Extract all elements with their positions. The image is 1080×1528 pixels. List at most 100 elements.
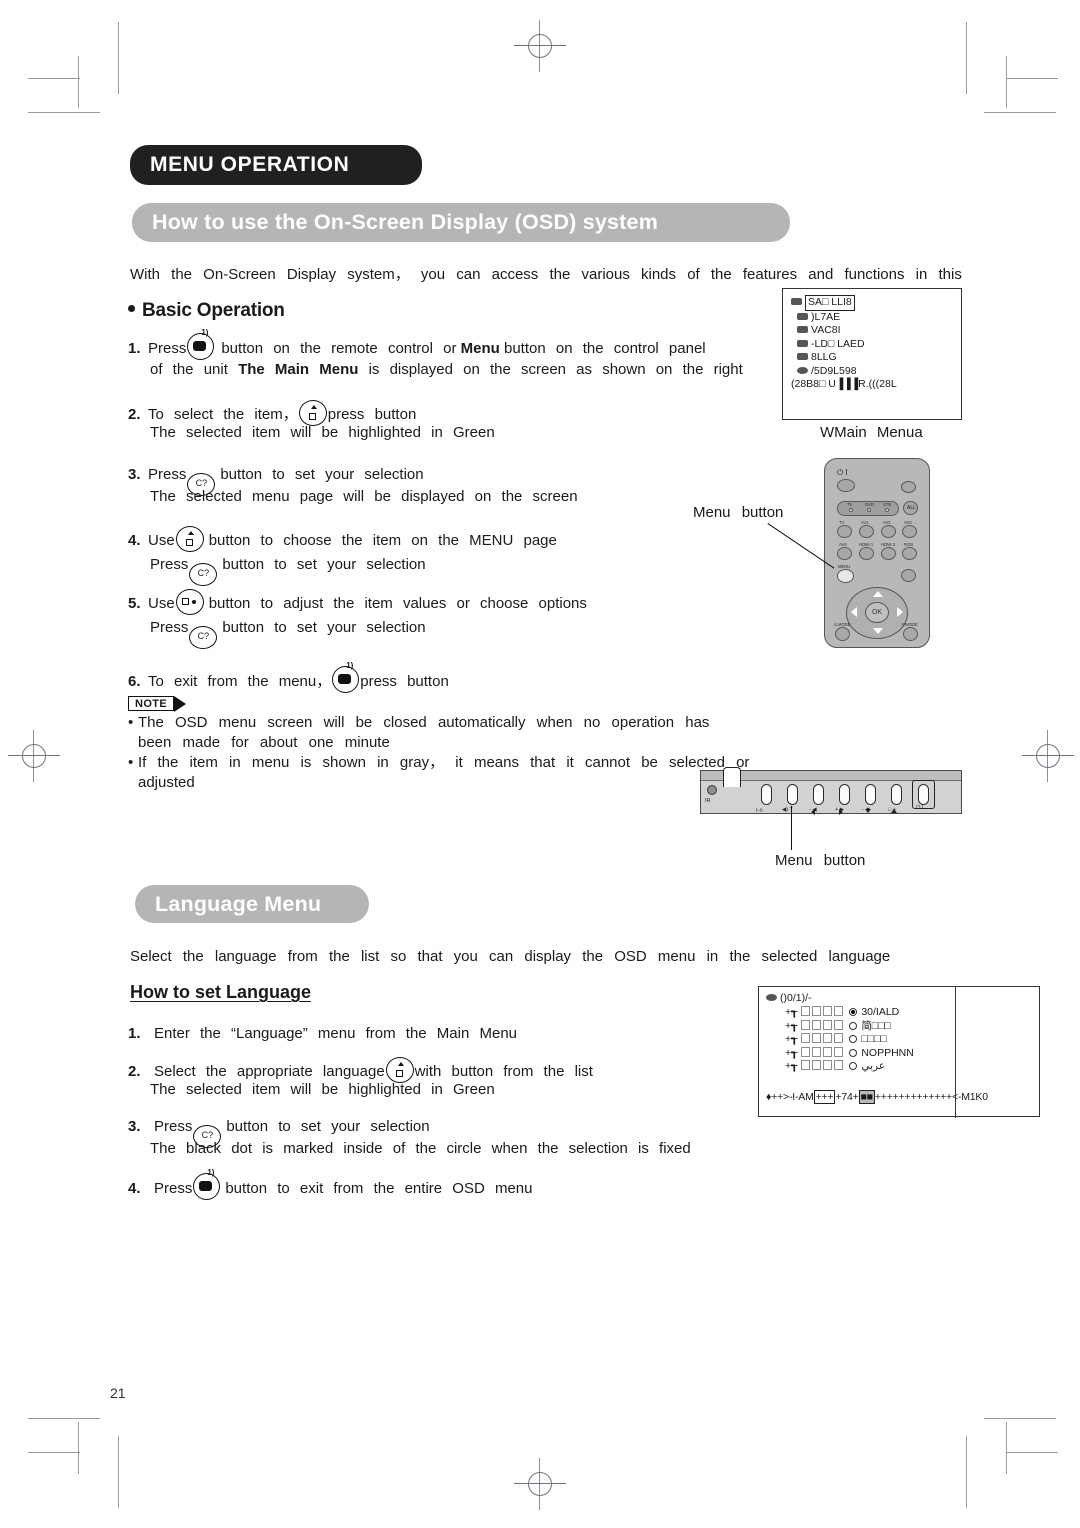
- basic-step-6-lead: To exit from the menu，: [148, 673, 332, 690]
- control-panel-button-4[interactable]: [839, 784, 850, 805]
- language-osd-title: ()0/1)/-: [780, 992, 812, 1004]
- note-badge-label: NOTE: [128, 696, 175, 711]
- language-option-row[interactable]: +┱ عربي: [785, 1060, 914, 1074]
- osd-row-label: )L7AE: [811, 310, 841, 323]
- basic-step-5-sub-lead: Press: [150, 619, 189, 636]
- language-option-row[interactable]: +┱ □□□□: [785, 1033, 914, 1047]
- remote-smode-button[interactable]: [835, 627, 850, 641]
- placeholder-box: [812, 1006, 822, 1016]
- remote-pmode-button[interactable]: [903, 627, 918, 641]
- crop-mark-top-left: [28, 22, 124, 118]
- language-step-2-lead: Select the appropriate language: [154, 1063, 385, 1080]
- language-step-3-tail: button to set your selection: [226, 1118, 430, 1135]
- placeholder-box: [834, 1046, 844, 1057]
- remote-source-hdmi2-button[interactable]: [881, 547, 896, 560]
- callout-leader-panel: [791, 806, 793, 850]
- radio-unselected-icon[interactable]: [849, 1062, 858, 1070]
- control-panel-button-3[interactable]: [813, 784, 824, 805]
- bottom-bar-right: +++++++++++++<-M1K0: [874, 1091, 988, 1103]
- control-panel-button-2[interactable]: [787, 784, 798, 805]
- remote-menu-button[interactable]: [837, 569, 854, 583]
- osd-row: SA□ LLI8: [791, 295, 897, 311]
- radio-unselected-icon[interactable]: [849, 1048, 858, 1057]
- basic-step-3-tail: button to set your selection: [220, 466, 424, 483]
- language-option-row[interactable]: +┱ 简□□□: [785, 1019, 914, 1034]
- basic-step-1-bold: Menu: [460, 340, 500, 357]
- language-row-prefix: +┱: [785, 1006, 798, 1018]
- osd-row: /5D9L598: [797, 365, 897, 379]
- language-step-1-text: Enter the “Language” menu from the Main …: [154, 1025, 518, 1042]
- remote-nav-right-icon[interactable]: [897, 607, 903, 617]
- remote-source-av3-button[interactable]: [902, 525, 917, 538]
- ok-key-icon: C?: [189, 626, 218, 649]
- banner-language-menu: Language Menu: [135, 885, 369, 923]
- control-panel-down-arrow-icon: [865, 809, 871, 813]
- subheading-basic-operation: Basic Operation: [128, 300, 285, 322]
- remote-ok-button[interactable]: OK: [865, 602, 889, 623]
- control-panel-button-menu[interactable]: [761, 784, 772, 805]
- subheading-how-to-set-language: How to set Language: [130, 982, 312, 1002]
- remote-nav-up-icon[interactable]: [873, 591, 883, 597]
- remote-nav-down-icon[interactable]: [873, 628, 883, 634]
- basic-step-1-lead: Press: [148, 340, 187, 357]
- remote-mode-label-tv: TV: [847, 502, 853, 507]
- remote-power-label: ⏻ I: [837, 468, 848, 477]
- up-down-key-icon: [175, 526, 204, 552]
- remote-display-button[interactable]: [901, 481, 916, 493]
- bottom-bar-box1: +++: [813, 1090, 836, 1104]
- control-panel-label-menu: I-ก: [756, 808, 763, 814]
- language-row-prefix: +┱: [785, 1060, 798, 1072]
- callout-control-panel-menu-button: Menu button: [775, 852, 866, 869]
- remote-source-tv-button[interactable]: [837, 525, 852, 538]
- note-item-1-line2: been made for about one minute: [138, 734, 390, 751]
- osd-row-label: SA□ LLI8: [805, 295, 855, 311]
- radio-unselected-icon[interactable]: [849, 1035, 858, 1043]
- section-banner-label: MENU OPERATION: [150, 153, 350, 176]
- remote-return-button[interactable]: [901, 569, 916, 582]
- control-panel-illustration: I-ก ◀) T - ◀ + ▶ - ▼ □ + ⏻ I IR: [700, 767, 962, 815]
- language-option-row[interactable]: +┱ 30/IALD: [785, 1006, 914, 1020]
- control-panel-button-6[interactable]: [891, 784, 902, 805]
- basic-step-3-subline: The selected menu page will be displayed…: [150, 488, 578, 505]
- subheading-basic-operation-label: Basic Operation: [142, 300, 285, 321]
- left-right-key-icon: [175, 589, 204, 615]
- remote-led-tv: [849, 508, 853, 512]
- remote-power-button[interactable]: [837, 479, 855, 492]
- callout-remote-menu-button: Menu button: [693, 504, 784, 521]
- osd-row: 8LLG: [797, 351, 897, 365]
- language-osd-title-row: ()0/1)/-: [766, 992, 812, 1006]
- language-step-2-tail: with button from the list: [414, 1063, 593, 1080]
- basic-step-4-number: 4.: [128, 532, 141, 549]
- language-option-row[interactable]: +┱ NOPPHNN: [785, 1046, 914, 1061]
- basic-step-1-line2: of the unit The Main Menu is displayed o…: [150, 361, 743, 378]
- control-panel-label-power: ⏻ I: [916, 805, 924, 811]
- language-step-1: 1. Enter the “Language” menu from the Mai…: [128, 1022, 517, 1046]
- basic-step-2-number: 2.: [128, 406, 141, 423]
- remote-source-av2-button[interactable]: [881, 525, 896, 538]
- language-step-4-lead: Press: [154, 1180, 193, 1197]
- basic-step-4-lead: Use: [148, 532, 175, 549]
- language-step-1-number: 1.: [128, 1025, 141, 1042]
- placeholder-box: [812, 1060, 822, 1070]
- remote-control-illustration: ⏻ I TV DVD STB ALL TV AV1 AV2 AV3 AV4 HD…: [824, 458, 930, 648]
- up-down-key-icon: [298, 400, 327, 426]
- language-row-label: 简□□□: [861, 1019, 891, 1032]
- placeholder-box: [801, 1046, 811, 1057]
- language-step-3-lead: Press: [154, 1118, 193, 1135]
- language-row-label: NOPPHNN: [861, 1046, 914, 1059]
- basic-step-1-mid: button on the remote control or: [221, 340, 457, 357]
- remote-source-av4-button[interactable]: [837, 547, 852, 560]
- remote-source-av1-button[interactable]: [859, 525, 874, 538]
- remote-source-rgb-button[interactable]: [902, 547, 917, 560]
- remote-nav-left-icon[interactable]: [851, 607, 857, 617]
- control-panel-button-5[interactable]: [865, 784, 876, 805]
- osd-row: )L7AE: [797, 311, 897, 325]
- note-badge: NOTE: [128, 695, 187, 712]
- remote-led-stb: [885, 508, 889, 512]
- basic-step-6-number: 6.: [128, 673, 141, 690]
- radio-unselected-icon[interactable]: [849, 1021, 858, 1030]
- radio-selected-icon[interactable]: [849, 1008, 858, 1016]
- remote-source-hdmi1-button[interactable]: [859, 547, 874, 560]
- note-bullet-icon: •: [128, 754, 134, 771]
- basic-step-1-line2-bold: The Main Menu: [238, 361, 359, 378]
